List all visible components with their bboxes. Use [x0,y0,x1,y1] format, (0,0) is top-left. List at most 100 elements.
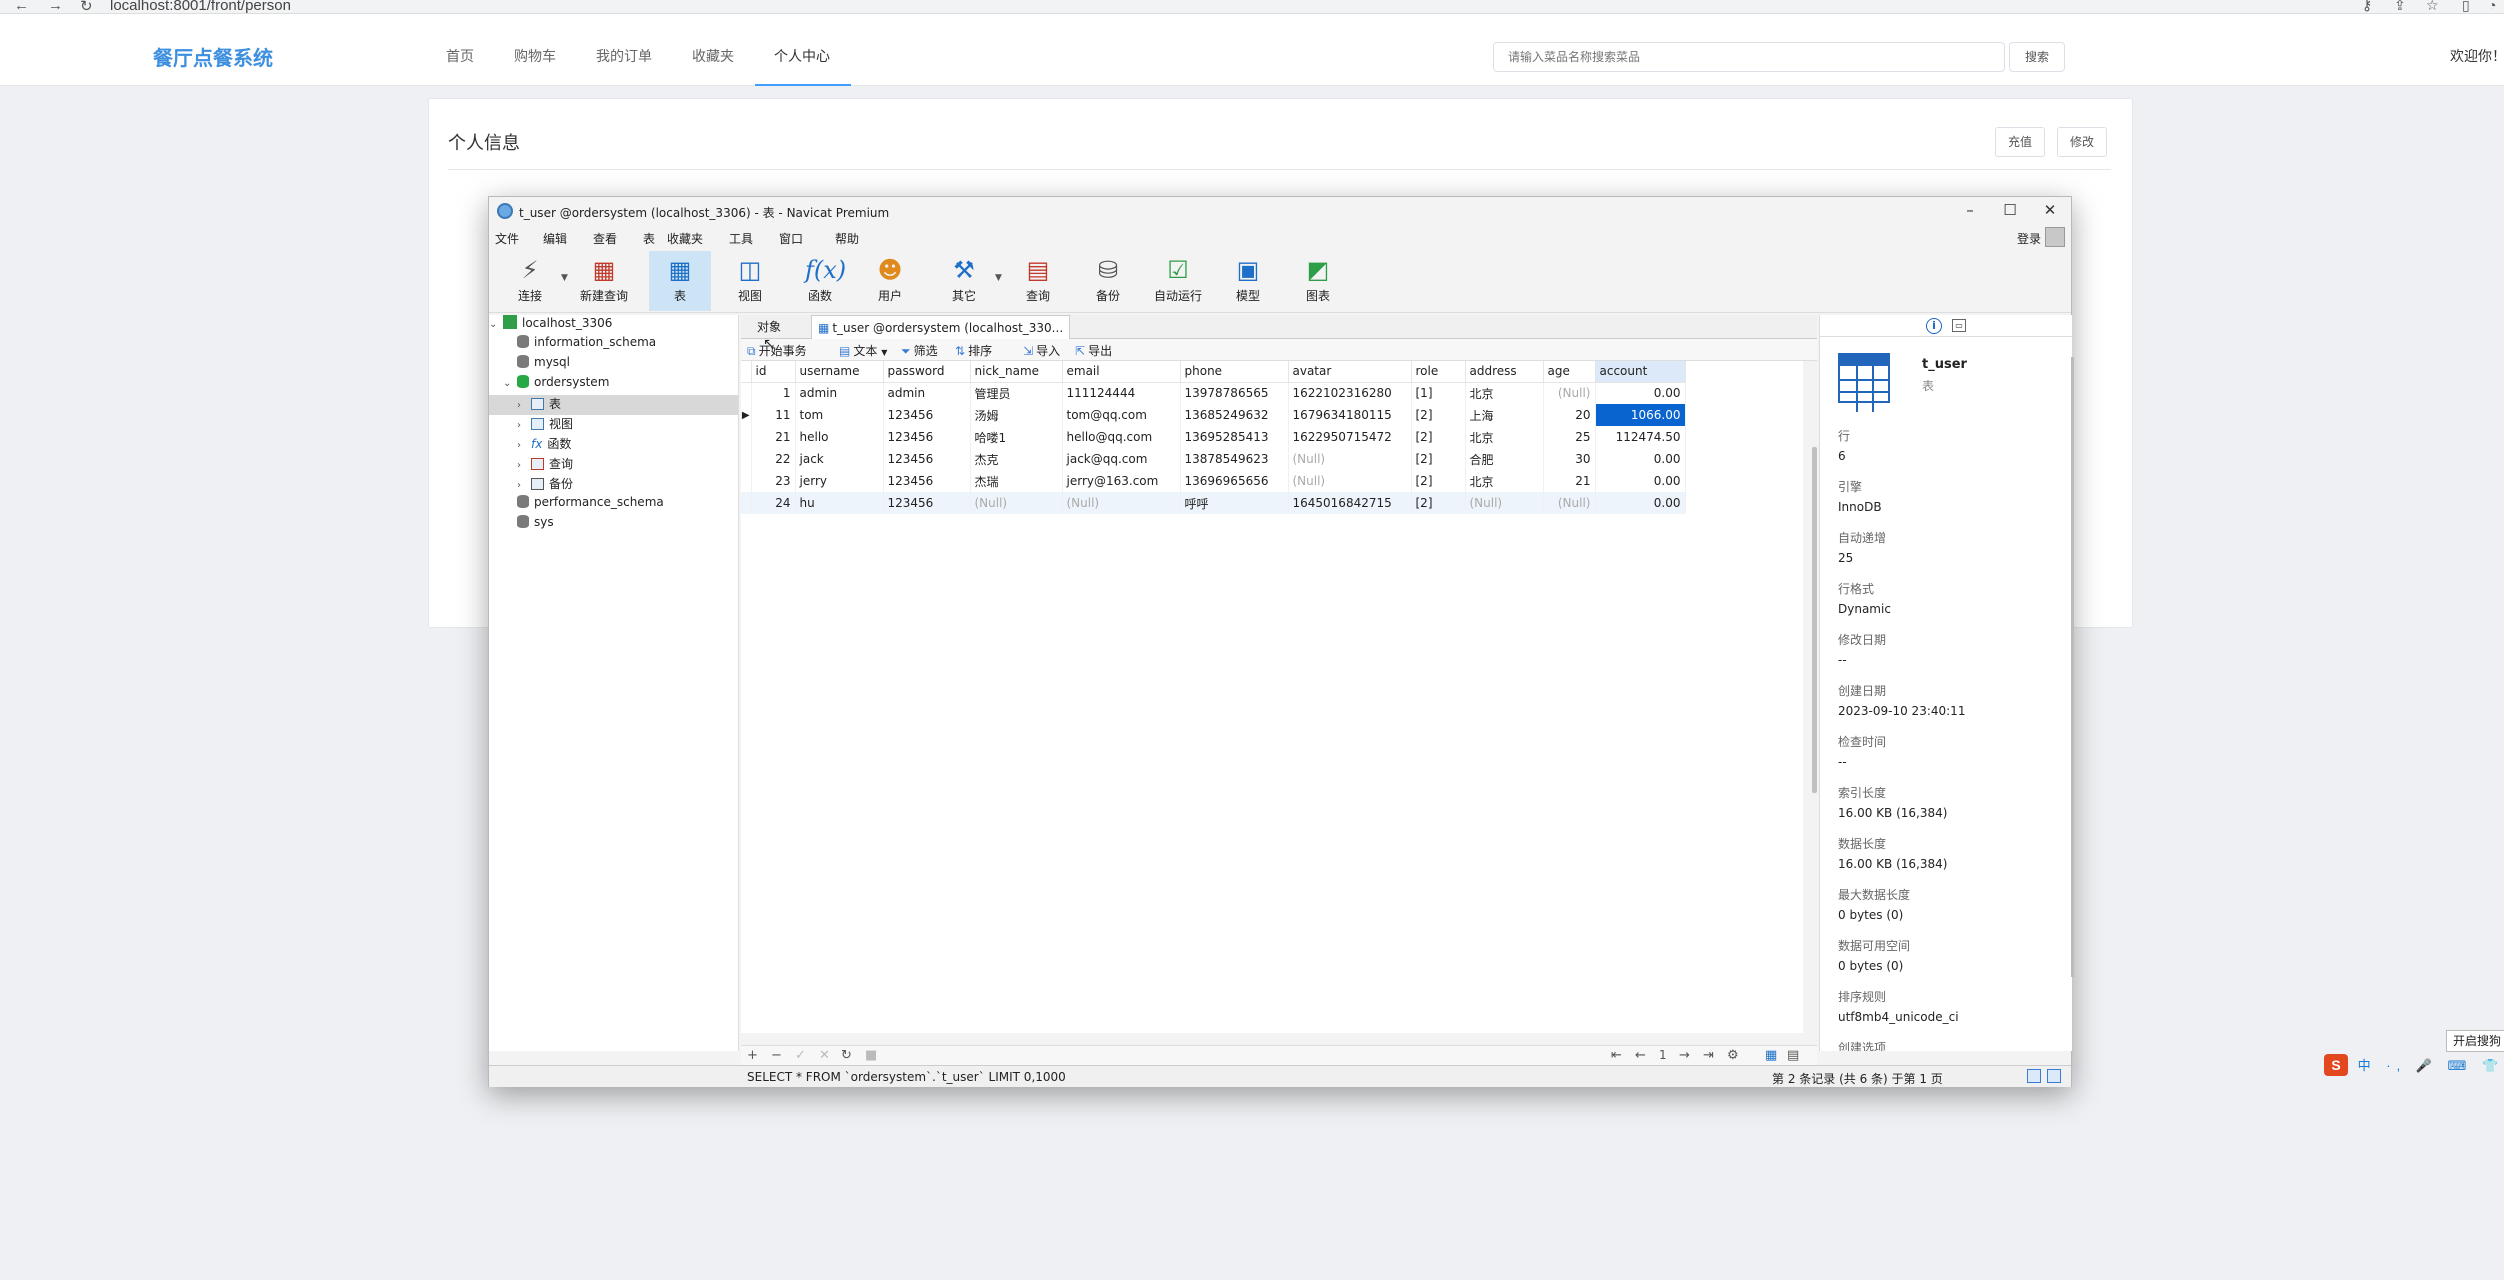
table-cell[interactable]: 0.00 [1595,470,1686,492]
table-cell[interactable]: admin [883,382,971,404]
info-scrollbar[interactable] [2071,357,2074,977]
nav-orders[interactable]: 我的订单 [596,46,652,66]
column-header-avatar[interactable]: avatar [1288,361,1412,383]
menu-view[interactable]: 查看 [593,230,617,247]
share-icon[interactable]: ⇪ [2394,0,2406,14]
discard-icon[interactable]: ✕ [819,1048,830,1063]
search-box[interactable] [1493,42,2005,72]
table-cell[interactable]: 22 [751,448,796,470]
table-cell[interactable]: 123456 [883,448,971,470]
column-header-account[interactable]: account [1595,361,1686,383]
column-header-username[interactable]: username [795,361,884,383]
toolbar-model-button[interactable]: ▣ 模型 [1217,251,1279,311]
stop-icon[interactable]: ■ [865,1048,877,1063]
table-cell[interactable]: 20 [1543,404,1596,426]
toolbar-query-button[interactable]: ▤ 查询 [1007,251,1069,311]
profile-icon[interactable]: ◔ [2488,0,2496,13]
forward-icon[interactable]: → [48,0,63,14]
tree-item-views[interactable]: › 视图 [517,415,573,435]
grid-view-icon[interactable]: ▦ [1765,1048,1777,1063]
menu-table[interactable]: 表 [643,230,655,247]
table-cell[interactable]: 合肥 [1465,448,1544,470]
tree-item-functions[interactable]: › fx 函数 [517,435,571,455]
toolbar-backup-button[interactable]: ⛁ 备份 [1077,251,1139,311]
table-row[interactable]: 24 hu 123456 (Null) (Null) 呼呼 1645016842… [741,492,1686,514]
table-cell[interactable]: 13696965656 [1180,470,1289,492]
table-cell[interactable]: (Null) [1543,492,1596,514]
column-header-email[interactable]: email [1062,361,1181,383]
table-cell[interactable]: hello [795,426,884,448]
chevron-right-icon[interactable]: › [517,420,531,431]
table-cell[interactable]: 11 [751,404,796,426]
table-cell[interactable]: 哈喽1 [970,426,1063,448]
toolbar-automation-button[interactable]: ☑ 自动运行 [1147,251,1209,311]
table-row[interactable]: 23 jerry 123456 杰瑞 jerry@163.com 1369696… [741,470,1686,492]
edit-button[interactable]: 修改 [2057,127,2108,157]
tree-db-sys[interactable]: sys [517,515,554,535]
tree-connection[interactable]: ⌄ localhost_3306 [489,315,612,335]
column-header-id[interactable]: id [751,361,796,383]
table-cell[interactable]: 13878549623 [1180,448,1289,470]
sort-button[interactable]: ⇅ 排序 [955,342,992,359]
table-cell[interactable]: jack@qq.com [1062,448,1181,470]
table-cell[interactable]: 123456 [883,470,971,492]
import-button[interactable]: ⇲ 导入 [1023,342,1060,359]
tab-t-user[interactable]: ▦ t_user @ordersystem (localhost_330... [811,315,1071,339]
table-cell[interactable]: (Null) [1288,470,1412,492]
menu-tools[interactable]: 工具 [729,230,753,247]
table-cell[interactable]: 杰瑞 [970,470,1063,492]
chevron-right-icon[interactable]: › [517,460,531,471]
export-button[interactable]: ⇱ 导出 [1075,342,1112,359]
key-icon[interactable]: ⚷ [2362,0,2372,14]
table-cell[interactable]: admin [795,382,884,404]
page-number[interactable]: 1 [1659,1048,1667,1062]
table-cell[interactable]: 上海 [1465,404,1544,426]
grid-scrollbar[interactable] [1812,447,1817,793]
table-cell[interactable]: [2] [1411,492,1466,514]
table-cell[interactable]: jerry [795,470,884,492]
nav-home[interactable]: 首页 [446,46,474,66]
nav-favorites[interactable]: 收藏夹 [692,46,734,66]
tree-db-mysql[interactable]: mysql [517,355,570,375]
table-cell[interactable]: hu [795,492,884,514]
ime-status[interactable]: 中 ·, 🎤 ⌨ 👕 ⋯ [2358,1055,2504,1074]
table-row[interactable]: 21 hello 123456 哈喽1 hello@qq.com 1369528… [741,426,1686,448]
toolbar-new-query-button[interactable]: ▦ 新建查询 [573,251,635,311]
table-cell[interactable]: 21 [1543,470,1596,492]
chevron-right-icon[interactable]: › [517,400,531,411]
menu-favorites[interactable]: 收藏夹 [667,230,703,247]
column-header-age[interactable]: age [1543,361,1596,383]
table-cell[interactable]: 北京 [1465,426,1544,448]
table-cell[interactable]: 111124444 [1062,382,1181,404]
menu-edit[interactable]: 编辑 [543,230,567,247]
add-record-icon[interactable]: + [747,1048,758,1063]
next-page-icon[interactable]: → [1679,1048,1690,1063]
table-cell[interactable]: 呼呼 [1180,492,1289,514]
table-row[interactable]: 1 admin admin 管理员 111124444 13978786565 … [741,382,1686,404]
info-panel-toggle-icon[interactable] [2047,1069,2061,1083]
refresh-icon[interactable]: ↻ [841,1048,852,1063]
minimize-icon[interactable]: – [1955,201,1985,219]
sidebar-icon[interactable]: ▯ [2462,0,2470,14]
table-cell[interactable]: [2] [1411,470,1466,492]
ddl-icon[interactable]: ▭ [1952,319,1966,332]
table-cell[interactable]: 1645016842715 [1288,492,1412,514]
last-page-icon[interactable]: ⇥ [1703,1048,1714,1063]
menu-file[interactable]: 文件 [495,230,519,247]
chevron-down-icon[interactable]: ▼ [561,273,568,283]
column-header-password[interactable]: password [883,361,971,383]
prev-page-icon[interactable]: ← [1635,1048,1646,1063]
back-icon[interactable]: ← [14,0,29,14]
table-cell[interactable]: 13978786565 [1180,382,1289,404]
chevron-right-icon[interactable]: › [517,440,531,451]
table-cell[interactable]: 0.00 [1595,492,1686,514]
table-cell[interactable]: 123456 [883,492,971,514]
toolbar-chart-button[interactable]: ◩ 图表 [1287,251,1349,311]
chevron-down-icon[interactable]: ⌄ [489,319,503,330]
form-view-icon[interactable]: ▤ [1787,1048,1799,1063]
nav-cart[interactable]: 购物车 [514,46,556,66]
tree-db-performance-schema[interactable]: performance_schema [517,495,664,515]
table-cell[interactable]: 21 [751,426,796,448]
table-cell[interactable]: (Null) [1288,448,1412,470]
ime-toolbar[interactable]: S 中 ·, 🎤 ⌨ 👕 ⋯ [2324,1054,2504,1076]
